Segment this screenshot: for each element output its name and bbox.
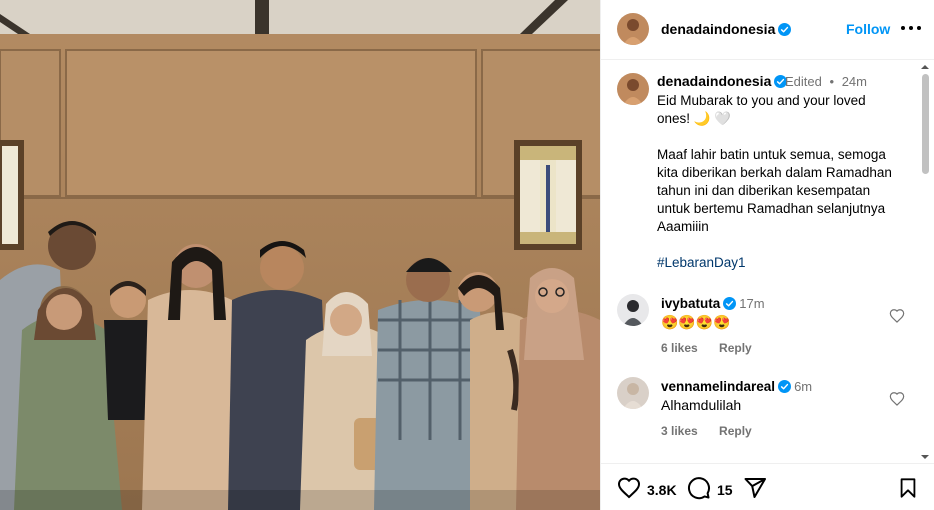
comments-scroll-area[interactable]: denadaindonesia Edited • 24m Eid Mubarak… (601, 61, 934, 463)
reply-button[interactable]: Reply (719, 341, 752, 355)
meta-separator: • (829, 74, 835, 89)
reply-button[interactable]: Reply (719, 424, 752, 438)
group-family-photo (0, 0, 600, 510)
caption-line: Eid Mubarak to you and your loved (657, 93, 866, 108)
post-details-panel: denadaindonesia Follow denadaindonesia E… (600, 0, 934, 510)
commenter-username-text[interactable]: ivybatuta (661, 296, 720, 311)
comments-count[interactable]: 15 (717, 482, 733, 498)
comment-item: ivybatuta 17m 😍😍😍😍 6 likes Reply (601, 294, 934, 374)
heart-icon[interactable] (889, 391, 905, 407)
caption-username[interactable]: denadaindonesia (657, 73, 788, 89)
more-options-icon[interactable] (901, 17, 921, 37)
caption-meta: Edited • 24m (785, 74, 867, 89)
commenter-username[interactable]: ivybatuta 17m (661, 296, 765, 311)
heart-icon[interactable] (617, 476, 641, 500)
verified-badge-icon (778, 380, 792, 393)
comment-time[interactable]: 6m (794, 379, 812, 394)
author-username[interactable]: denadaindonesia (661, 21, 792, 37)
scroll-up-icon[interactable] (918, 62, 932, 72)
edited-label: Edited (785, 74, 822, 89)
post-photo[interactable] (0, 0, 600, 510)
author-avatar[interactable] (617, 13, 649, 45)
post-header: denadaindonesia Follow (601, 0, 934, 60)
verified-badge-icon (778, 23, 792, 36)
comment-likes[interactable]: 3 likes (661, 424, 698, 438)
comment-time[interactable]: 17m (739, 296, 764, 311)
hashtag-link[interactable]: #LebaranDay1 (657, 254, 915, 272)
commenter-avatar[interactable] (617, 294, 649, 326)
comment-meta: 3 likes Reply (661, 424, 770, 438)
caption-avatar[interactable] (617, 73, 649, 105)
caption-line: Maaf lahir batin untuk semua, semoga (657, 147, 886, 162)
caption-line: ones! 🌙 🤍 (657, 111, 732, 126)
post-actions-bar: 3.8K 15 (601, 463, 934, 510)
caption-line: untuk bertemu Ramadhan selanjutnya (657, 201, 886, 216)
bookmark-icon[interactable] (897, 476, 919, 500)
heart-icon[interactable] (889, 308, 905, 324)
caption-line: Aaamiiin (657, 219, 709, 234)
comment-item: vennamelindareal 6m Alhamdulilah 3 likes … (601, 377, 934, 457)
scrollbar-thumb[interactable] (922, 74, 929, 174)
caption-text: Eid Mubarak to you and your loved ones! … (657, 92, 915, 272)
verified-badge-icon (723, 297, 737, 310)
author-username-text[interactable]: denadaindonesia (661, 21, 775, 37)
follow-button[interactable]: Follow (846, 21, 890, 37)
caption-line: kita diberikan berkah dalam Ramadhan (657, 165, 892, 180)
comment-likes[interactable]: 6 likes (661, 341, 698, 355)
caption-line: tahun ini dan diberikan kesempatan (657, 183, 871, 198)
comment-text: 😍😍😍😍 (661, 314, 731, 330)
comment-icon[interactable] (687, 476, 711, 500)
commenter-username-text[interactable]: vennamelindareal (661, 379, 775, 394)
caption-time[interactable]: 24m (842, 74, 867, 89)
commenter-username[interactable]: vennamelindareal 6m (661, 379, 812, 394)
commenter-avatar[interactable] (617, 377, 649, 409)
share-icon[interactable] (743, 476, 767, 500)
comments-scrollbar[interactable] (918, 62, 932, 462)
likes-count[interactable]: 3.8K (647, 482, 677, 498)
comment-text: Alhamdulilah (661, 397, 742, 413)
caption-username-text[interactable]: denadaindonesia (657, 73, 771, 89)
scroll-down-icon[interactable] (918, 452, 932, 462)
comment-meta: 6 likes Reply (661, 341, 770, 355)
